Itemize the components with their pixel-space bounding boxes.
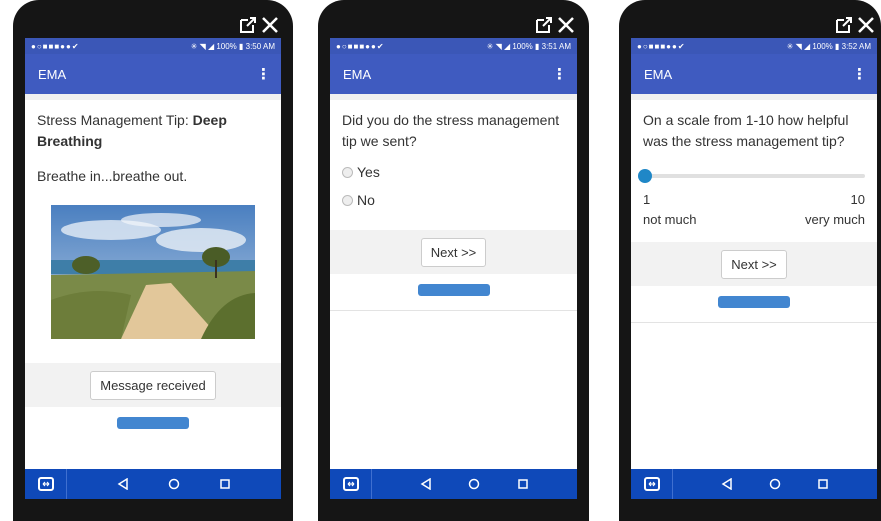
app-bar: EMA ⋮ [330, 54, 577, 94]
back-icon[interactable] [420, 478, 432, 490]
window-controls [535, 14, 575, 36]
phone-screen: ●○■■■●●✔ ✳ ◥ ◢ 100% ▮ 3:50 AM EMA ⋮ Stre… [25, 38, 281, 499]
signal-icons: ✳ ◥ ◢ [486, 41, 511, 51]
recents-icon[interactable] [517, 478, 529, 490]
status-time: 100% ▮ 3:52 AM [812, 41, 871, 51]
close-icon[interactable] [261, 16, 279, 34]
overflow-menu-icon[interactable]: ⋮ [852, 65, 867, 83]
recents-icon[interactable] [817, 478, 829, 490]
app-title: EMA [644, 66, 673, 82]
option-no[interactable]: No [330, 186, 577, 214]
back-icon[interactable] [117, 478, 129, 490]
overflow-menu-icon[interactable]: ⋮ [256, 65, 271, 83]
nav-bar [25, 469, 281, 499]
nav-bar [631, 469, 877, 499]
status-bar: ●○■■■●●✔ ✳ ◥ ◢ 100% ▮ 3:52 AM [631, 38, 877, 54]
radio-button[interactable] [342, 166, 353, 178]
phone-2: ●○■■■●●✔ ✳ ◥ ◢ 100% ▮ 3:51 AM EMA ⋮ Did … [318, 0, 589, 521]
notification-icons: ●○■■■●●✔ [31, 41, 80, 51]
status-time: 100% ▮ 3:51 AM [512, 41, 571, 51]
app-switch-icon[interactable] [37, 477, 54, 491]
status-bar: ●○■■■●●✔ ✳ ◥ ◢ 100% ▮ 3:50 AM [25, 38, 281, 54]
phone-1: ●○■■■●●✔ ✳ ◥ ◢ 100% ▮ 3:50 AM EMA ⋮ Stre… [13, 0, 293, 521]
window-controls [835, 14, 875, 36]
app-switch-icon[interactable] [342, 477, 359, 491]
app-title: EMA [343, 66, 372, 82]
scale-max: 10 [850, 192, 865, 207]
notification-icons: ●○■■■●●✔ [637, 41, 686, 51]
app-bar: EMA ⋮ [631, 54, 877, 94]
option-yes[interactable]: Yes [330, 158, 577, 186]
status-time: 100% ▮ 3:50 AM [216, 41, 275, 51]
question-text: On a scale from 1-10 how helpful was the… [643, 112, 849, 149]
home-icon[interactable] [168, 478, 180, 490]
next-button[interactable]: Next >> [721, 249, 787, 279]
tip-body: Breathe in...breathe out. [37, 168, 188, 184]
close-icon[interactable] [557, 16, 575, 34]
action-panel: Next >> [330, 230, 577, 274]
beach-photo [51, 205, 255, 339]
status-bar: ●○■■■●●✔ ✳ ◥ ◢ 100% ▮ 3:51 AM [330, 38, 577, 54]
phone-screen: ●○■■■●●✔ ✳ ◥ ◢ 100% ▮ 3:51 AM EMA ⋮ Did … [330, 38, 577, 499]
message-received-button[interactable]: Message received [90, 370, 216, 400]
slider-thumb[interactable] [638, 169, 652, 183]
action-panel: Next >> [631, 242, 877, 286]
back-icon[interactable] [721, 478, 733, 490]
app-switch-icon[interactable] [643, 477, 660, 491]
action-panel: Message received [25, 363, 281, 407]
overflow-menu-icon[interactable]: ⋮ [552, 65, 567, 83]
external-link-icon[interactable] [535, 16, 553, 34]
recents-icon[interactable] [219, 478, 231, 490]
window-controls [239, 14, 279, 36]
tip-title: Stress Management Tip: Deep Breathing [25, 100, 281, 152]
external-link-icon[interactable] [835, 16, 853, 34]
progress-bar [117, 417, 189, 429]
scale-min-label: not much [643, 212, 697, 227]
scale-max-label: very much [805, 212, 865, 227]
scale-numbers: 1 10 [631, 190, 877, 210]
signal-icons: ✳ ◥ ◢ [786, 41, 811, 51]
option-label: No [357, 192, 375, 208]
progress-bar [417, 284, 490, 296]
nav-bar [330, 469, 577, 499]
question-text: Did you do the stress management tip we … [342, 112, 560, 149]
close-icon[interactable] [857, 16, 875, 34]
radio-button[interactable] [342, 194, 353, 206]
helpfulness-slider[interactable] [638, 169, 865, 183]
scale-min: 1 [643, 192, 651, 207]
progress-bar [718, 296, 790, 308]
home-icon[interactable] [468, 478, 480, 490]
signal-icons: ✳ ◥ ◢ [190, 41, 215, 51]
external-link-icon[interactable] [239, 16, 257, 34]
tip-prefix: Stress Management Tip: [37, 112, 193, 128]
phone-screen: ●○■■■●●✔ ✳ ◥ ◢ 100% ▮ 3:52 AM EMA ⋮ On a… [631, 38, 877, 499]
scale-labels: not much very much [631, 210, 877, 230]
app-title: EMA [38, 66, 67, 82]
next-button[interactable]: Next >> [420, 237, 487, 267]
app-bar: EMA ⋮ [25, 54, 281, 94]
notification-icons: ●○■■■●●✔ [336, 41, 385, 51]
home-icon[interactable] [769, 478, 781, 490]
option-label: Yes [357, 164, 380, 180]
phone-3: ●○■■■●●✔ ✳ ◥ ◢ 100% ▮ 3:52 AM EMA ⋮ On a… [619, 0, 881, 521]
